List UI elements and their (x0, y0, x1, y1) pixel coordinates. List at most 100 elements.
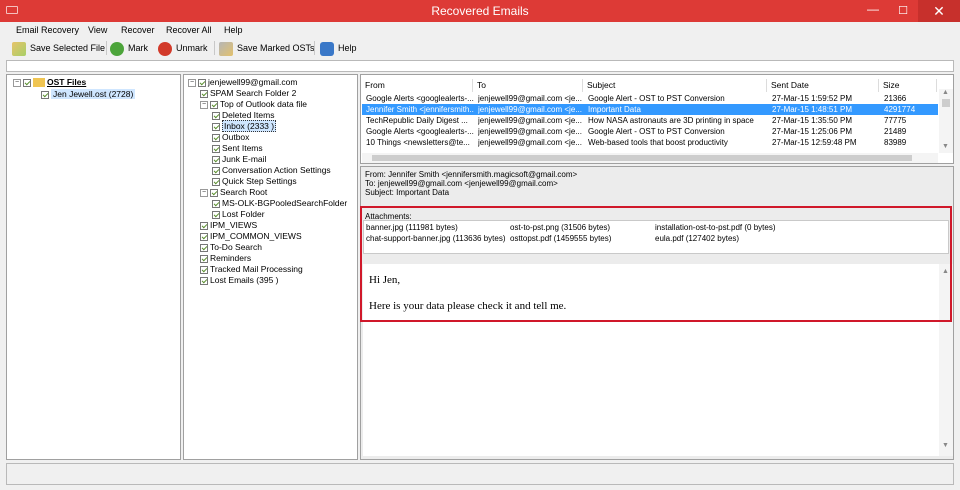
folder-label: Junk E-mail (222, 154, 267, 164)
folder-label: Search Root (220, 187, 268, 197)
menu-help[interactable]: Help (224, 25, 243, 35)
folder-tree-item[interactable]: IPM_COMMON_VIEWS (200, 231, 302, 242)
email-cell-from: Google Alerts <googlealerts-... (366, 127, 474, 136)
checkbox[interactable] (198, 78, 206, 87)
folder-tree-item[interactable]: Sent Items (212, 143, 263, 154)
folder-tree-item[interactable]: MS-OLK-BGPooledSearchFolder (212, 198, 347, 209)
folder-tree-item[interactable]: Quick Step Settings (212, 176, 297, 187)
checkbox[interactable] (200, 265, 208, 274)
folder-tree-item[interactable]: − Search Root (200, 187, 267, 198)
email-cell-to: jenjewell99@gmail.com <je... (478, 138, 582, 147)
save-marked-osts-button[interactable]: Save Marked OSTs (219, 40, 315, 56)
scroll-thumb[interactable] (942, 99, 950, 107)
col-sent-date[interactable]: Sent Date (767, 79, 879, 92)
folder-tree-item[interactable]: Conversation Action Settings (212, 165, 331, 176)
folder-label: Top of Outlook data file (220, 99, 307, 109)
col-from[interactable]: From (361, 79, 473, 92)
menu-view[interactable]: View (88, 25, 107, 35)
list-scrollbar[interactable]: ▲ ▼ (939, 89, 953, 153)
email-cell-from: Jennifer Smith <jennifersmith... (366, 105, 474, 114)
save-selected-file-button[interactable]: Save Selected File (12, 40, 105, 56)
folder-tree-item[interactable]: To-Do Search (200, 242, 262, 253)
checkbox[interactable] (212, 210, 220, 219)
checkbox[interactable] (200, 232, 208, 241)
path-bar[interactable] (6, 60, 954, 72)
email-cell-date: 27-Mar-15 1:35:50 PM (772, 116, 853, 125)
preview-to: To: jenjewell99@gmail.com <jenjewell99@g… (365, 179, 558, 188)
collapse-icon[interactable]: − (200, 188, 208, 197)
menu-email-recovery[interactable]: Email Recovery (16, 25, 79, 35)
menu-recover-all[interactable]: Recover All (166, 25, 212, 35)
scroll-up-icon: ▲ (942, 89, 949, 96)
checkbox[interactable] (212, 166, 220, 175)
tree-root-ost-files[interactable]: − OST Files (13, 77, 86, 88)
folder-tree-item[interactable]: Reminders (200, 253, 251, 264)
collapse-icon[interactable]: − (13, 78, 21, 87)
email-cell-subject: Important Data (588, 105, 641, 114)
mark-button[interactable]: Mark (110, 40, 148, 56)
help-button[interactable]: Help (320, 40, 357, 56)
folder-tree-item[interactable]: IPM_VIEWS (200, 220, 257, 231)
checkbox[interactable] (200, 221, 208, 230)
folder-tree-item[interactable]: Outbox (212, 132, 249, 143)
col-to[interactable]: To (473, 79, 583, 92)
folder-label: IPM_COMMON_VIEWS (210, 231, 302, 241)
email-row[interactable]: TechRepublic Daily Digest ... jenjewell99… (362, 115, 938, 126)
checkbox[interactable] (210, 188, 218, 197)
checkbox[interactable] (212, 133, 220, 142)
email-row[interactable]: Google Alerts <googlealerts-... jenjewell… (362, 126, 938, 137)
email-cell-size: 77775 (884, 116, 907, 125)
folder-tree-item[interactable]: − jenjewell99@gmail.com (188, 77, 297, 88)
horizontal-scrollbar[interactable] (362, 153, 938, 163)
email-cell-size: 21489 (884, 127, 907, 136)
folder-label: Conversation Action Settings (222, 165, 331, 175)
email-row[interactable]: 10 Things <newsletters@te... jenjewell99@… (362, 137, 938, 148)
email-cell-date: 27-Mar-15 1:59:52 PM (772, 94, 853, 103)
cross-icon (158, 41, 172, 56)
preview-header: From: Jennifer Smith <jennifersmith.magi… (365, 170, 577, 197)
checkbox[interactable] (41, 90, 49, 99)
checkbox[interactable] (200, 243, 208, 252)
checkbox[interactable] (212, 155, 220, 164)
h-scroll-thumb[interactable] (372, 155, 912, 161)
email-cell-date: 27-Mar-15 12:59:48 PM (772, 138, 857, 147)
unmark-button[interactable]: Unmark (158, 40, 208, 56)
menu-recover[interactable]: Recover (121, 25, 155, 35)
email-row[interactable]: Jennifer Smith <jennifersmith... jenjewel… (362, 104, 938, 115)
tree-file-item[interactable]: Jen Jewell.ost (2728) (41, 89, 136, 100)
folder-tree-item[interactable]: Tracked Mail Processing (200, 264, 303, 275)
checkbox[interactable] (210, 100, 218, 109)
minimize-icon[interactable]: — (858, 0, 888, 22)
folder-tree-item[interactable]: Lost Emails (395 ) (200, 275, 279, 286)
folder-label: Lost Emails (395 ) (210, 275, 279, 285)
folder-tree-item[interactable]: Lost Folder (212, 209, 265, 220)
col-size[interactable]: Size (879, 79, 937, 92)
folder-label: Reminders (210, 253, 252, 263)
checkbox[interactable] (212, 111, 220, 120)
email-cell-date: 27-Mar-15 1:25:06 PM (772, 127, 853, 136)
col-subject[interactable]: Subject (583, 79, 767, 92)
checkbox[interactable] (23, 78, 31, 87)
toolbar: Save Selected File Mark Unmark Save Mark… (4, 38, 956, 58)
maximize-icon[interactable]: ☐ (888, 0, 918, 22)
checkbox[interactable] (212, 122, 220, 131)
scroll-down-icon: ▼ (942, 442, 949, 449)
save-selected-file-label: Save Selected File (30, 43, 106, 53)
folder-tree-item[interactable]: − Top of Outlook data file (200, 99, 307, 110)
email-cell-to: jenjewell99@gmail.com <je... (478, 94, 582, 103)
folder-tree-item[interactable]: Junk E-mail (212, 154, 266, 165)
toolbar-separator (314, 41, 315, 55)
checkbox[interactable] (212, 177, 220, 186)
checkbox[interactable] (212, 199, 220, 208)
email-row[interactable]: Google Alerts <googlealerts-... jenjewell… (362, 93, 938, 104)
folder-tree-item[interactable]: SPAM Search Folder 2 (200, 88, 296, 99)
folder-tree-item[interactable]: Inbox (2333 ) (212, 120, 277, 132)
close-icon[interactable]: ✕ (918, 0, 960, 22)
help-label: Help (338, 43, 357, 53)
collapse-icon[interactable]: − (188, 78, 196, 87)
checkbox[interactable] (200, 89, 208, 98)
checkbox[interactable] (200, 276, 208, 285)
collapse-icon[interactable]: − (200, 100, 208, 109)
checkbox[interactable] (200, 254, 208, 263)
checkbox[interactable] (212, 144, 220, 153)
